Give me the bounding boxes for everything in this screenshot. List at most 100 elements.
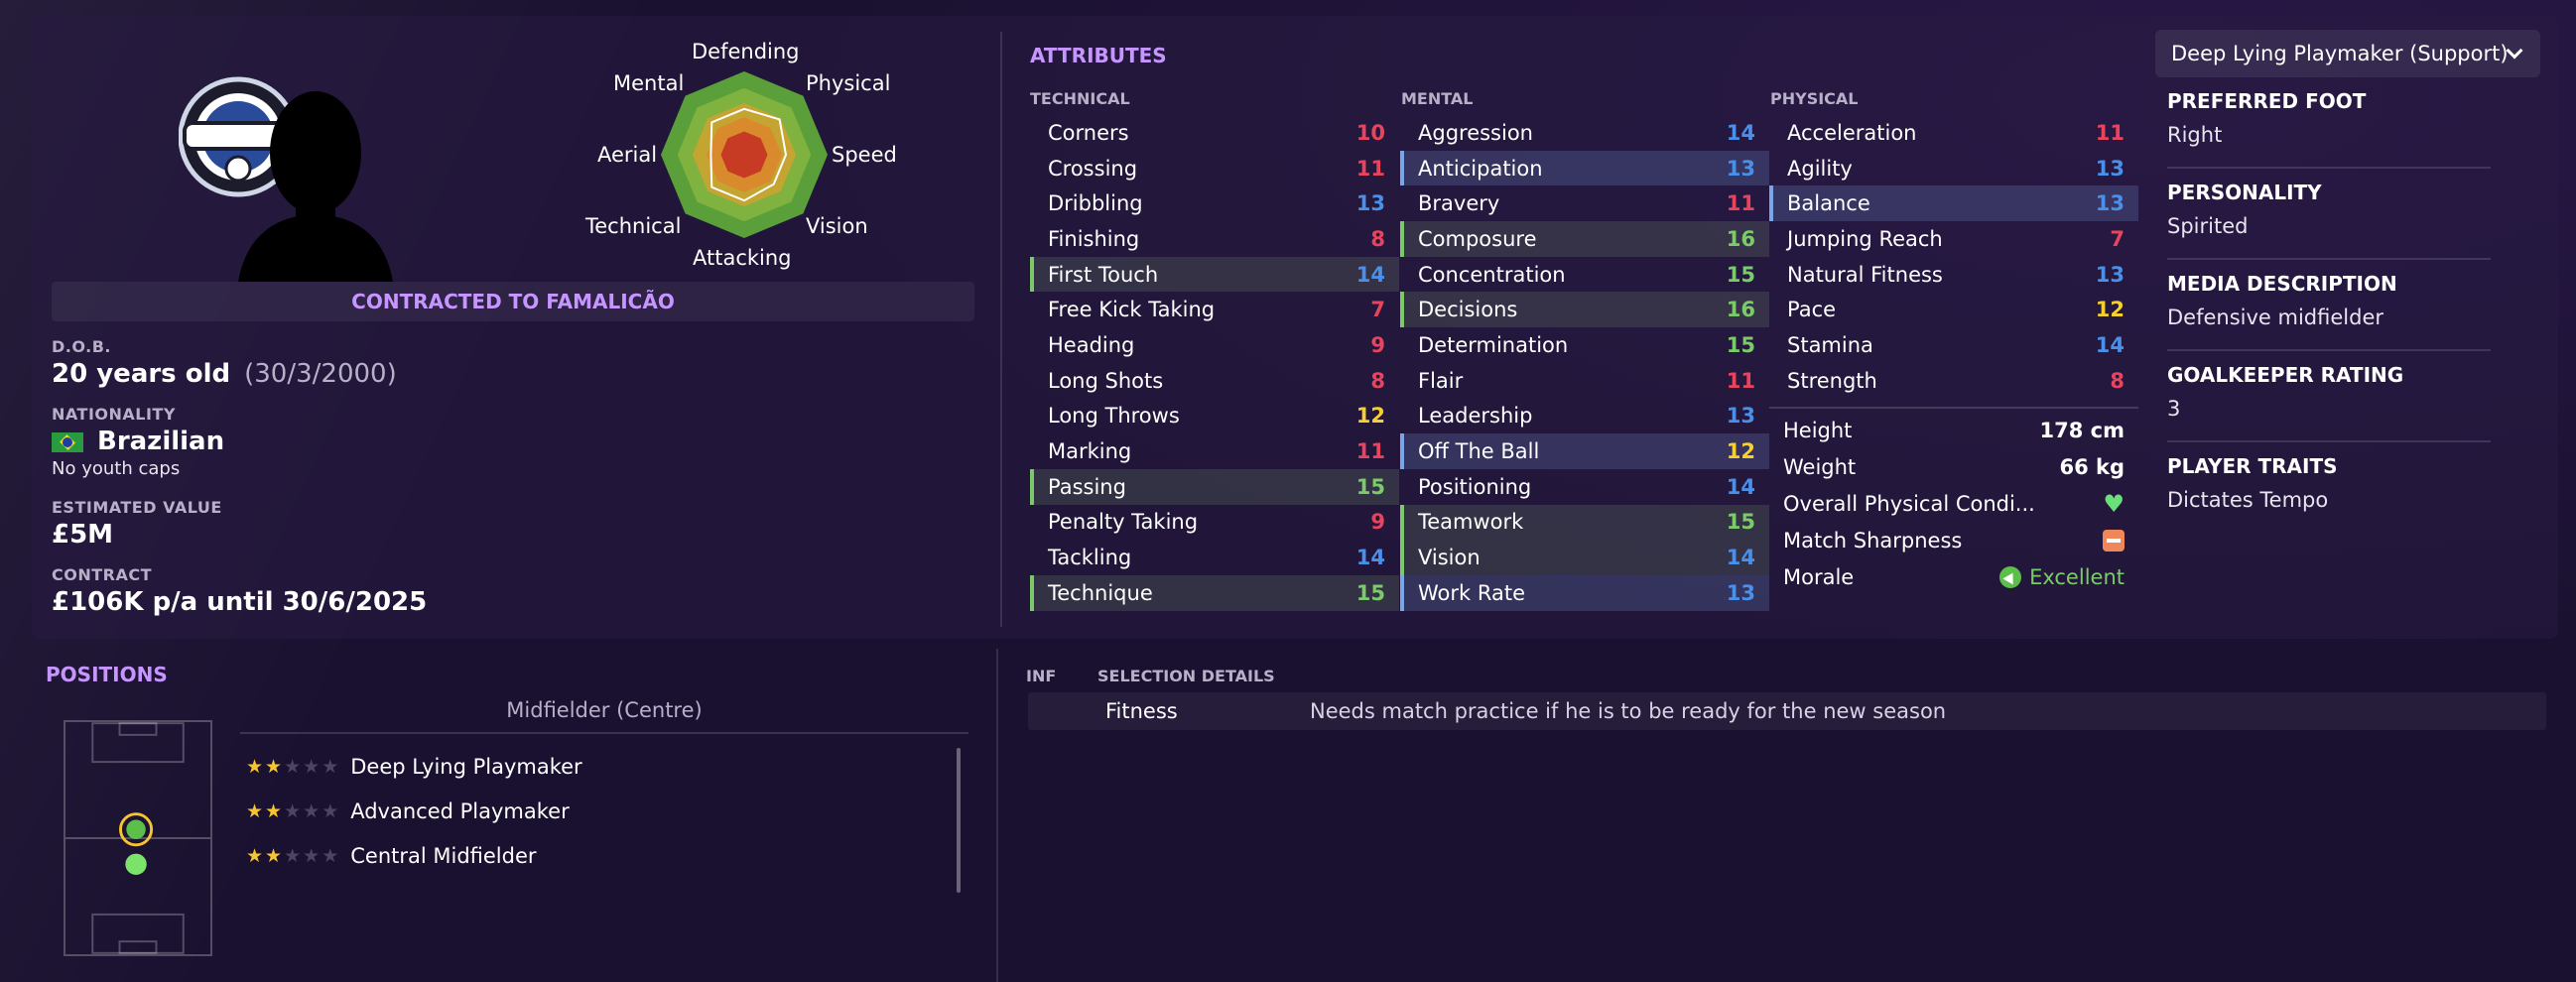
attribute-row-long-throws[interactable]: Long Throws 12: [1030, 399, 1399, 434]
radar-label-attacking: Attacking: [693, 246, 792, 270]
role-row[interactable]: ★ ★ ★ ★ ★ Advanced Playmaker: [246, 797, 570, 826]
star-icon: ★: [246, 844, 264, 867]
estimated-value-label: ESTIMATED VALUE: [52, 498, 222, 517]
star-icon: ★: [265, 799, 283, 822]
attribute-name: Off The Ball: [1418, 439, 1540, 464]
dob-value: 20 years old (30/3/2000): [52, 359, 397, 389]
attribute-row-tackling[interactable]: Tackling 14: [1030, 540, 1399, 575]
attribute-row-aggression[interactable]: Aggression 14: [1400, 115, 1769, 151]
attribute-value: 8: [1370, 226, 1385, 251]
attribute-row-composure[interactable]: Composure 16: [1400, 221, 1769, 257]
attribute-row-long-shots[interactable]: Long Shots 8: [1030, 363, 1399, 399]
attribute-row-agility[interactable]: Agility 13: [1769, 151, 2138, 186]
attribute-name: Acceleration: [1787, 120, 1917, 145]
attribute-row-penalty-taking[interactable]: Penalty Taking 9: [1030, 505, 1399, 541]
attribute-row-free-kick-taking[interactable]: Free Kick Taking 7: [1030, 292, 1399, 327]
attribute-row-finishing[interactable]: Finishing 8: [1030, 221, 1399, 257]
role-row[interactable]: ★ ★ ★ ★ ★ Central Midfielder: [246, 841, 537, 871]
attribute-name: Finishing: [1048, 226, 1140, 251]
attribute-value: 15: [1726, 262, 1755, 287]
attribute-row-bravery[interactable]: Bravery 11: [1400, 185, 1769, 221]
attribute-name: Stamina: [1787, 332, 1873, 357]
attribute-row-acceleration[interactable]: Acceleration 11: [1769, 115, 2138, 151]
physical-separator: [1769, 406, 2138, 409]
attribute-row-anticipation[interactable]: Anticipation 13: [1400, 150, 1769, 186]
radar-label-aerial: Aerial: [597, 143, 658, 167]
preferred-foot-value: Right: [2167, 123, 2223, 147]
attribute-row-pace[interactable]: Pace 12: [1769, 292, 2138, 327]
attribute-row-determination[interactable]: Determination 15: [1400, 327, 1769, 363]
attribute-name: Agility: [1787, 156, 1853, 181]
attribute-value: 12: [1726, 439, 1755, 464]
attribute-name: Marking: [1048, 439, 1132, 464]
sharpness-row[interactable]: Match Sharpness: [1769, 523, 2138, 559]
morale-row[interactable]: Morale Excellent: [1769, 559, 2138, 596]
attribute-name: Natural Fitness: [1787, 262, 1943, 287]
radar-label-defending: Defending: [692, 40, 800, 63]
role-name: Deep Lying Playmaker: [350, 755, 582, 779]
attribute-name: Heading: [1048, 332, 1135, 357]
nationality-label: NATIONALITY: [52, 405, 176, 424]
goalkeeper-rating-block: GOALKEEPER RATING 3: [2167, 351, 2491, 442]
role-rating-stars: ★ ★ ★ ★ ★: [246, 799, 339, 822]
attribute-row-vision[interactable]: Vision 14: [1400, 540, 1769, 575]
attribute-row-passing[interactable]: Passing 15: [1030, 468, 1399, 505]
star-icon: ★: [322, 799, 339, 822]
contracted-banner: CONTRACTED TO FAMALICÃO: [52, 282, 974, 321]
attribute-row-technique[interactable]: Technique 15: [1030, 574, 1399, 611]
attribute-row-natural-fitness[interactable]: Natural Fitness 13: [1769, 257, 2138, 293]
selection-row[interactable]: Fitness Needs match practice if he is to…: [1028, 692, 2546, 730]
attribute-value: 13: [2095, 156, 2125, 181]
player-traits-block: PLAYER TRAITS Dictates Tempo: [2167, 442, 2491, 534]
attribute-row-positioning[interactable]: Positioning 14: [1400, 469, 1769, 505]
attribute-value: 13: [1726, 404, 1755, 429]
attribute-row-corners[interactable]: Corners 10: [1030, 115, 1399, 151]
personality-value: Spirited: [2167, 214, 2249, 238]
attribute-row-stamina[interactable]: Stamina 14: [1769, 327, 2138, 363]
attribute-row-first-touch[interactable]: First Touch 14: [1030, 256, 1399, 293]
attribute-value: 13: [2095, 191, 2125, 216]
radar-label-mental: Mental: [613, 71, 685, 95]
attribute-value: 10: [1355, 120, 1385, 145]
attribute-value: 8: [1370, 368, 1385, 393]
morale-arrow-icon: [1999, 566, 2022, 588]
star-icon: ★: [303, 844, 321, 867]
attribute-row-marking[interactable]: Marking 11: [1030, 433, 1399, 469]
mental-attributes: Aggression 14 Anticipation 13 Bravery 11 Compo…: [1400, 115, 1769, 611]
attribute-name: Jumping Reach: [1787, 226, 1943, 251]
attribute-row-decisions[interactable]: Decisions 16: [1400, 292, 1769, 328]
attribute-value: 15: [1726, 510, 1755, 535]
media-description-value: Defensive midfielder: [2167, 306, 2383, 329]
attribute-name: Balance: [1787, 191, 1870, 216]
star-icon: ★: [265, 844, 283, 867]
roles-scrollbar[interactable]: [957, 748, 961, 893]
attribute-row-balance[interactable]: Balance 13: [1769, 185, 2138, 222]
role-dropdown[interactable]: Deep Lying Playmaker (Support): [2155, 30, 2540, 77]
attribute-row-dribbling[interactable]: Dribbling 13: [1030, 185, 1399, 221]
attribute-row-jumping-reach[interactable]: Jumping Reach 7: [1769, 221, 2138, 257]
attribute-row-work-rate[interactable]: Work Rate 13: [1400, 574, 1769, 611]
radar-ring-4: [720, 131, 768, 179]
selection-text: Needs match practice if he is to be read…: [1310, 699, 1947, 723]
role-row[interactable]: ★ ★ ★ ★ ★ Deep Lying Playmaker: [246, 752, 582, 782]
attribute-row-heading[interactable]: Heading 9: [1030, 327, 1399, 363]
attribute-value: 11: [1355, 156, 1385, 181]
attribute-row-crossing[interactable]: Crossing 11: [1030, 151, 1399, 186]
attribute-row-teamwork[interactable]: Teamwork 15: [1400, 504, 1769, 541]
condition-row[interactable]: Overall Physical Condi... ♥: [1769, 486, 2138, 523]
position-dot-dm: [126, 819, 146, 839]
contract-value[interactable]: £106K p/a until 30/6/2025: [52, 587, 427, 617]
attribute-name: Decisions: [1418, 298, 1518, 322]
nationality-value[interactable]: Brazilian: [52, 427, 224, 456]
pitch-diagram[interactable]: [64, 720, 212, 956]
attribute-row-leadership[interactable]: Leadership 13: [1400, 399, 1769, 434]
player-trait-item[interactable]: Dictates Tempo: [2167, 488, 2491, 512]
attribute-row-off-the-ball[interactable]: Off The Ball 12: [1400, 433, 1769, 469]
morale-text: Excellent: [2029, 565, 2125, 589]
dob-date: (30/3/2000): [244, 359, 397, 389]
attribute-name: Positioning: [1418, 474, 1532, 499]
attribute-row-strength[interactable]: Strength 8: [1769, 363, 2138, 399]
attribute-row-concentration[interactable]: Concentration 15: [1400, 257, 1769, 293]
attribute-row-flair[interactable]: Flair 11: [1400, 363, 1769, 399]
attribute-name: Bravery: [1418, 191, 1500, 216]
